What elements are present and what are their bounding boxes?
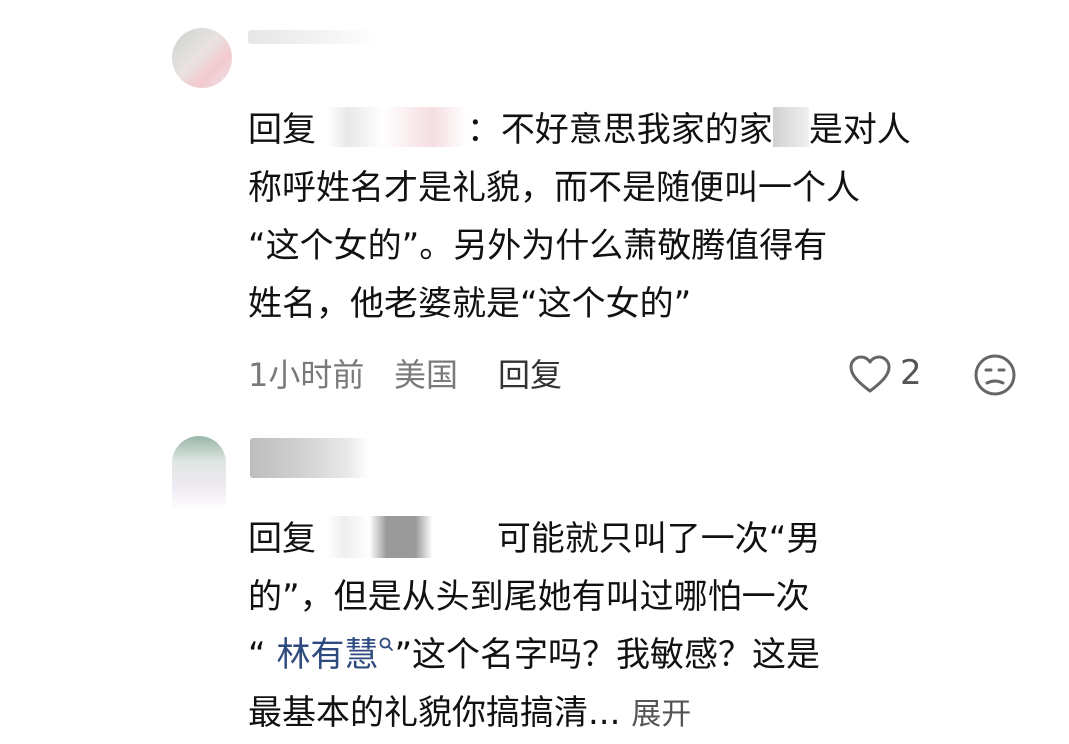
colon: ：	[466, 110, 501, 150]
comment-text: 回复 可能就只叫了一次“男 的”，但是从头到尾她有叫过哪怕一次 “ 林有慧 ”这个…	[248, 510, 1048, 744]
reply-button[interactable]: 回复	[498, 350, 562, 400]
comment-line-text: ”这个名字吗？我敏感？这是	[394, 635, 821, 675]
comment-text: 回复 ：不好意思我家的家 是对人 称呼姓名才是礼貌，而不是随便叫一个人 “这个女的…	[248, 101, 1048, 333]
mention-blurred[interactable]	[326, 516, 497, 558]
search-link[interactable]: 林有慧	[276, 635, 394, 675]
timestamp: 1小时前	[248, 356, 365, 394]
comment-line-text: 最基本的礼貌你搞搞清...	[248, 693, 621, 733]
comment-line-text: 可能就只叫了一次“男	[496, 519, 821, 559]
location: 美国	[394, 356, 459, 394]
username-blurred[interactable]	[248, 30, 378, 44]
redacted-char	[772, 107, 809, 147]
comment-line: 回复 可能就只叫了一次“男	[248, 510, 1048, 568]
username-blurred[interactable]	[250, 438, 370, 478]
comment-line: 称呼姓名才是礼貌，而不是随便叫一个人	[248, 168, 860, 208]
reply-prefix: 回复	[248, 110, 316, 150]
avatar[interactable]	[172, 28, 232, 88]
reply-prefix: 回复	[248, 519, 316, 559]
comment-meta-row: 1小时前 美国 回复 2	[248, 350, 1028, 400]
search-link-text[interactable]: 林有慧	[276, 635, 378, 675]
mention-blurred[interactable]	[326, 107, 467, 147]
comment-line-text: 不好意思我家的家	[500, 110, 773, 150]
like-count: 2	[900, 353, 922, 393]
comment-line: “ 林有慧 ”这个名字吗？我敏感？这是	[248, 626, 1048, 684]
comment-line: 姓名，他老婆就是“这个女的”	[248, 284, 692, 324]
unhappy-face-icon[interactable]	[972, 352, 1018, 398]
comment-line: 最基本的礼貌你搞搞清... 展开	[248, 684, 1048, 744]
heart-outline-icon[interactable]	[848, 354, 892, 394]
quote-open: “	[248, 635, 266, 675]
search-icon[interactable]	[378, 636, 394, 652]
comment-line-text: 是对人	[808, 110, 911, 150]
expand-button[interactable]: 展开	[631, 697, 691, 732]
avatar[interactable]	[172, 436, 226, 510]
comment-line: 的”，但是从头到尾她有叫过哪怕一次	[248, 577, 810, 617]
comment-line: “这个女的”。另外为什么萧敬腾值得有	[248, 226, 828, 266]
comment-line: 回复 ：不好意思我家的家 是对人	[248, 101, 1048, 159]
